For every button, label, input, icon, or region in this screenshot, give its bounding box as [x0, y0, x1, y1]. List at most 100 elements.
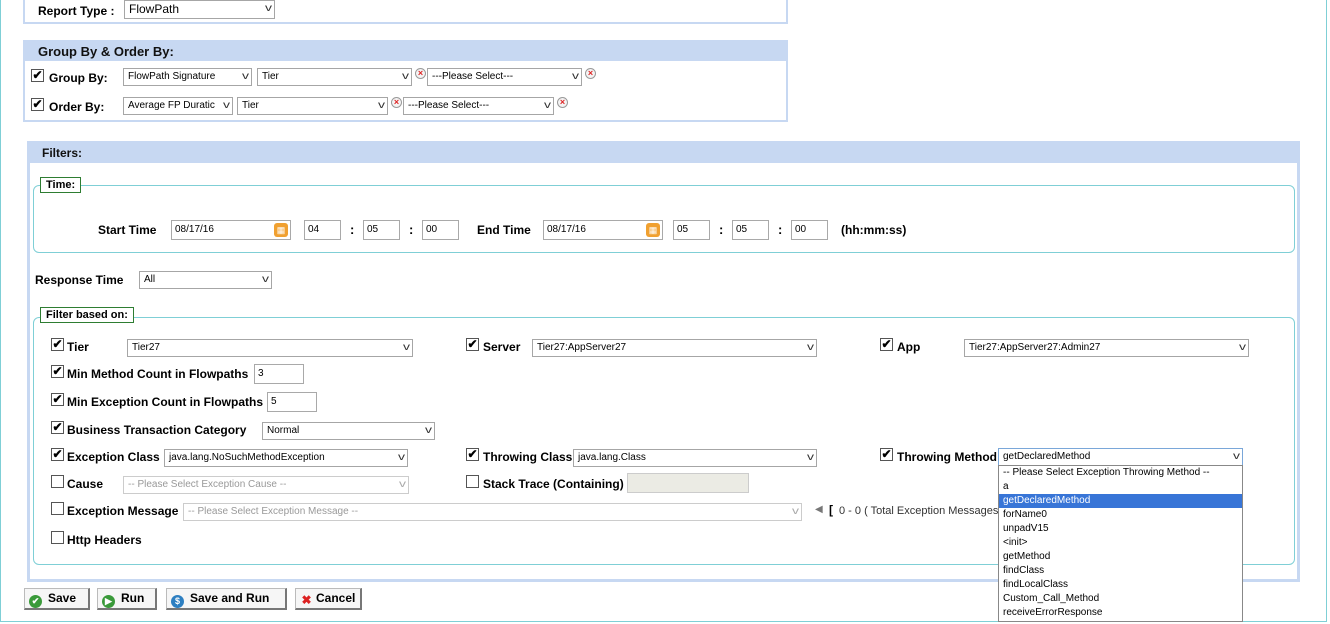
group-by-select-1[interactable]: FlowPath Signature v: [123, 68, 252, 86]
dropdown-option[interactable]: a: [999, 480, 1242, 494]
save-and-run-button-label: Save and Run: [190, 591, 270, 605]
order-by-select-1[interactable]: Average FP Duratic v: [123, 97, 233, 115]
tier-value: Tier27: [132, 342, 160, 353]
dropdown-option[interactable]: receiveErrorResponse: [999, 606, 1242, 620]
throwing-class-select[interactable]: java.lang.Class v: [573, 449, 817, 467]
group-by-select-2[interactable]: Tier v: [257, 68, 412, 86]
server-value: Tier27:AppServer27: [537, 342, 627, 353]
dropdown-option[interactable]: findClass: [999, 564, 1242, 578]
exception-class-select[interactable]: java.lang.NoSuchMethodException v: [164, 449, 408, 467]
dropdown-option[interactable]: findLocalClass: [999, 578, 1242, 592]
remove-icon[interactable]: ×: [557, 97, 568, 108]
group-by-select-3[interactable]: ---Please Select--- v: [427, 68, 582, 86]
report-type-select[interactable]: FlowPath v: [124, 0, 275, 19]
group-by-select-3-value: ---Please Select---: [432, 71, 514, 82]
min-method-input[interactable]: 3: [254, 364, 304, 384]
start-mm-input[interactable]: 05: [363, 220, 400, 240]
remove-icon[interactable]: ×: [585, 68, 596, 79]
btc-label: Business Transaction Category: [67, 423, 247, 437]
app-checkbox[interactable]: ✔: [880, 338, 893, 351]
report-type-panel: Report Type : FlowPath v: [23, 0, 788, 24]
time-format-label: (hh:mm:ss): [841, 223, 907, 237]
filters-header: Filters:: [30, 144, 1297, 163]
throwing-class-label: Throwing Class: [483, 450, 573, 464]
save-and-run-button[interactable]: $ Save and Run: [166, 588, 287, 610]
end-ss-value: 00: [795, 224, 807, 235]
dropdown-option[interactable]: <init>: [999, 536, 1242, 550]
min-exception-value: 5: [271, 396, 277, 407]
start-hh-value: 04: [308, 224, 320, 235]
dropdown-option[interactable]: Custom_Call_Method: [999, 592, 1242, 606]
btc-value: Normal: [267, 425, 300, 436]
min-exception-input[interactable]: 5: [267, 392, 317, 412]
order-by-checkbox[interactable]: ✔: [31, 98, 44, 111]
prev-page-icon[interactable]: ◀: [815, 504, 823, 515]
cause-placeholder: -- Please Select Exception Cause --: [128, 479, 287, 490]
exception-class-value: java.lang.NoSuchMethodException: [169, 452, 325, 463]
min-method-checkbox[interactable]: ✔: [51, 365, 64, 378]
remove-icon[interactable]: ×: [415, 68, 426, 79]
filter-based-legend: Filter based on:: [40, 307, 134, 323]
server-select[interactable]: Tier27:AppServer27 v: [532, 339, 817, 357]
dropdown-option[interactable]: getMethod: [999, 550, 1242, 564]
end-ss-input[interactable]: 00: [791, 220, 828, 240]
calendar-icon[interactable]: ▦: [646, 223, 660, 237]
order-by-select-3[interactable]: ---Please Select--- v: [403, 97, 554, 115]
save-button[interactable]: ✔ Save: [24, 588, 90, 610]
chevron-down-icon: v: [792, 506, 799, 517]
group-by-checkbox[interactable]: ✔: [31, 69, 44, 82]
cause-select[interactable]: -- Please Select Exception Cause -- v: [123, 476, 409, 494]
min-exception-checkbox[interactable]: ✔: [51, 393, 64, 406]
exception-message-label: Exception Message: [67, 504, 179, 518]
chevron-down-icon: v: [807, 342, 814, 353]
chevron-down-icon: v: [399, 479, 406, 490]
app-label: App: [897, 340, 921, 354]
exception-message-checkbox[interactable]: [51, 502, 64, 515]
throwing-method-select[interactable]: getDeclaredMethod v: [998, 448, 1243, 466]
stack-trace-input[interactable]: [627, 473, 749, 493]
tier-checkbox[interactable]: ✔: [51, 338, 64, 351]
app-select[interactable]: Tier27:AppServer27:Admin27 v: [964, 339, 1249, 357]
end-hh-input[interactable]: 05: [673, 220, 710, 240]
http-headers-checkbox[interactable]: [51, 531, 64, 544]
remove-icon[interactable]: ×: [391, 97, 402, 108]
start-ss-input[interactable]: 00: [422, 220, 459, 240]
chevron-down-icon: v: [262, 274, 269, 285]
order-by-select-2[interactable]: Tier v: [237, 97, 388, 115]
dropdown-option[interactable]: getDeclaredMethod: [999, 494, 1242, 508]
end-mm-input[interactable]: 05: [732, 220, 769, 240]
group-by-select-1-value: FlowPath Signature: [128, 71, 216, 82]
calendar-icon[interactable]: ▦: [274, 223, 288, 237]
start-hh-input[interactable]: 04: [304, 220, 341, 240]
dropdown-option[interactable]: forName0: [999, 508, 1242, 522]
exception-class-checkbox[interactable]: ✔: [51, 448, 64, 461]
order-by-select-2-value: Tier: [242, 100, 259, 111]
throwing-class-checkbox[interactable]: ✔: [466, 448, 479, 461]
throwing-method-dropdown-list[interactable]: -- Please Select Exception Throwing Meth…: [998, 465, 1243, 622]
tier-select[interactable]: Tier27 v: [127, 339, 413, 357]
btc-select[interactable]: Normal v: [262, 422, 435, 440]
stack-trace-checkbox[interactable]: [466, 475, 479, 488]
server-checkbox[interactable]: ✔: [466, 338, 479, 351]
cancel-button[interactable]: ✖ Cancel: [295, 588, 362, 610]
chevron-down-icon: v: [223, 100, 230, 111]
cause-checkbox[interactable]: [51, 475, 64, 488]
group-order-title: Group By & Order By:: [38, 44, 174, 59]
exception-message-select[interactable]: -- Please Select Exception Message -- v: [183, 503, 802, 521]
tier-label: Tier: [67, 340, 89, 354]
order-by-select-1-value: Average FP Duratic: [128, 100, 215, 111]
chevron-down-icon: v: [1239, 342, 1246, 353]
end-date-input[interactable]: 08/17/16 ▦: [543, 220, 663, 240]
min-method-label: Min Method Count in Flowpaths: [67, 367, 249, 381]
run-button[interactable]: ▶ Run: [97, 588, 157, 610]
dropdown-option[interactable]: unpadV15: [999, 522, 1242, 536]
report-type-label: Report Type :: [38, 4, 115, 18]
chevron-down-icon: v: [403, 342, 410, 353]
start-date-input[interactable]: 08/17/16 ▦: [171, 220, 291, 240]
throwing-method-checkbox[interactable]: ✔: [880, 448, 893, 461]
start-ss-value: 00: [426, 224, 438, 235]
btc-checkbox[interactable]: ✔: [51, 421, 64, 434]
dropdown-option[interactable]: -- Please Select Exception Throwing Meth…: [999, 466, 1242, 480]
end-time-label: End Time: [477, 223, 531, 237]
response-time-select[interactable]: All v: [139, 271, 272, 289]
